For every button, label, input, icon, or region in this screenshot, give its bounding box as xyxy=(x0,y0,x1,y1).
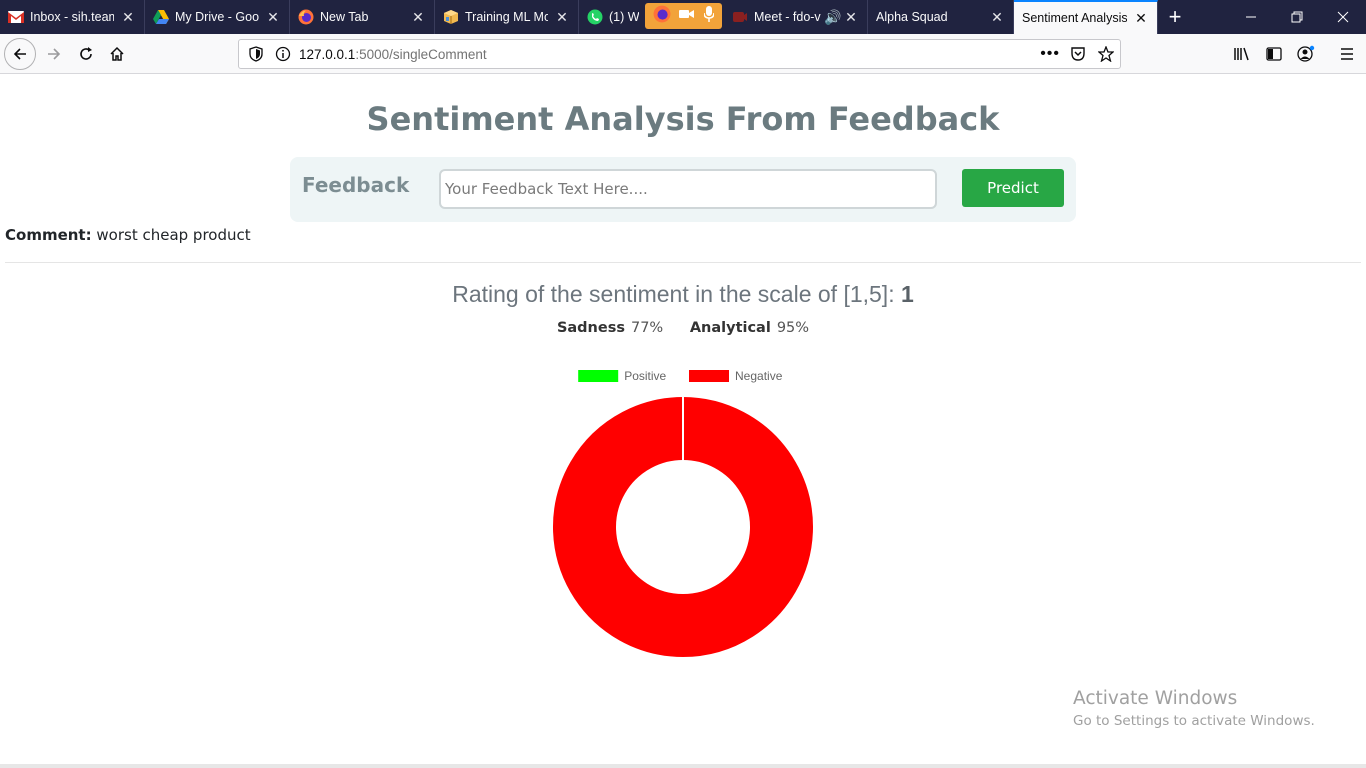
divider xyxy=(5,262,1361,263)
emotion-name: Analytical xyxy=(689,320,771,336)
navigation-bar: 127.0.0.1:5000/singleComment ••• xyxy=(0,34,1366,74)
comment-text: worst cheap product xyxy=(96,226,251,244)
speaker-icon[interactable]: 🔊 xyxy=(824,9,841,25)
emotion-name: Sadness xyxy=(556,320,625,336)
package-icon xyxy=(443,9,459,25)
sharing-indicator[interactable] xyxy=(645,3,722,29)
emotions-line: Sadness 77% Analytical 95% xyxy=(0,320,1366,336)
close-icon[interactable]: ✕ xyxy=(410,9,426,25)
url-bar[interactable]: 127.0.0.1:5000/singleComment ••• xyxy=(238,39,1121,69)
gmail-icon xyxy=(8,9,24,25)
firefox-icon xyxy=(298,9,314,25)
legend-label-negative: Negative xyxy=(735,369,783,383)
tab-my-drive[interactable]: My Drive - Goog ✕ xyxy=(145,0,290,34)
tab-meet[interactable]: Meet - fdo-v 🔊 ✕ xyxy=(724,0,868,34)
library-icon[interactable] xyxy=(1226,38,1258,70)
restore-button[interactable] xyxy=(1274,0,1320,34)
account-icon[interactable] xyxy=(1290,38,1322,70)
tab-new-tab[interactable]: New Tab ✕ xyxy=(290,0,435,34)
feedback-input[interactable] xyxy=(439,169,937,209)
feedback-form: Feedback Predict xyxy=(290,157,1076,222)
feedback-label: Feedback xyxy=(302,173,410,197)
close-icon[interactable]: ✕ xyxy=(265,9,281,25)
microphone-icon[interactable] xyxy=(703,5,715,27)
close-icon[interactable]: ✕ xyxy=(989,9,1005,25)
shield-icon[interactable] xyxy=(249,46,263,62)
emotion-value: 95% xyxy=(776,320,810,336)
google-drive-icon xyxy=(153,9,169,25)
tab-title: Sentiment Analysis xyxy=(1022,11,1127,25)
activate-windows-watermark: Activate Windows Go to Settings to activ… xyxy=(1073,688,1315,729)
tab-alpha-squad[interactable]: Alpha Squad ✕ xyxy=(868,0,1014,34)
rating-value: 1 xyxy=(900,281,914,307)
tab-whatsapp[interactable]: (1) Wh xyxy=(579,0,647,34)
sentiment-chart: Positive Negative xyxy=(540,359,826,669)
tab-title: (1) Wh xyxy=(609,10,639,24)
page-content: Sentiment Analysis From Feedback Feedbac… xyxy=(0,74,1366,768)
url-text[interactable]: 127.0.0.1:5000/singleComment xyxy=(299,47,487,62)
info-icon[interactable] xyxy=(275,46,291,62)
back-button[interactable] xyxy=(4,38,36,70)
comment-line: Comment: worst cheap product xyxy=(5,226,251,244)
new-tab-button[interactable]: + xyxy=(1158,0,1192,34)
watermark-line1: Activate Windows xyxy=(1073,688,1238,709)
rating-line: Rating of the sentiment in the scale of … xyxy=(0,281,1366,308)
url-path: :5000/singleComment xyxy=(355,46,487,62)
url-host: 127.0.0.1 xyxy=(299,46,356,62)
close-icon[interactable]: ✕ xyxy=(1133,10,1149,26)
tab-inbox[interactable]: Inbox - sih.team ✕ xyxy=(0,0,145,34)
legend-label-positive: Positive xyxy=(624,369,666,383)
tab-title: Meet - fdo-v xyxy=(754,10,821,24)
close-window-button[interactable] xyxy=(1320,0,1366,34)
tab-title: Training ML Mo xyxy=(465,10,548,24)
legend-swatch-positive[interactable] xyxy=(578,370,619,382)
forward-button[interactable] xyxy=(38,38,70,70)
comment-label: Comment: xyxy=(5,226,92,244)
close-icon[interactable]: ✕ xyxy=(554,9,570,25)
whatsapp-icon xyxy=(587,9,603,25)
tab-strip: Inbox - sih.team ✕ My Drive - Goog ✕ New… xyxy=(0,0,1366,34)
tab-title: Alpha Squad xyxy=(876,10,948,24)
meet-icon xyxy=(732,9,748,25)
bookmark-star-icon[interactable] xyxy=(1098,46,1114,62)
camera-icon[interactable] xyxy=(679,7,695,25)
minimize-button[interactable] xyxy=(1228,0,1274,34)
menu-icon[interactable] xyxy=(1331,38,1363,70)
close-icon[interactable]: ✕ xyxy=(843,9,859,25)
legend-swatch-negative[interactable] xyxy=(689,370,729,382)
taskbar-edge xyxy=(0,764,1366,768)
tab-title: Inbox - sih.team xyxy=(30,10,114,24)
firefox-icon xyxy=(653,5,671,28)
donut-chart: Positive Negative xyxy=(551,369,815,659)
predict-button[interactable]: Predict xyxy=(962,169,1064,207)
pocket-icon[interactable] xyxy=(1070,46,1086,62)
reload-button[interactable] xyxy=(70,38,102,70)
watermark-line2: Go to Settings to activate Windows. xyxy=(1073,713,1315,729)
tab-training-ml[interactable]: Training ML Mo ✕ xyxy=(435,0,579,34)
emotion-value: 77% xyxy=(630,320,664,336)
rating-prefix: Rating of the sentiment in the scale of … xyxy=(452,281,895,307)
tab-sentiment-analysis[interactable]: Sentiment Analysis ✕ xyxy=(1014,0,1158,34)
page-title: Sentiment Analysis From Feedback xyxy=(366,100,1000,138)
tab-title: New Tab xyxy=(320,10,369,24)
sidebar-icon[interactable] xyxy=(1258,38,1290,70)
close-icon[interactable]: ✕ xyxy=(120,9,136,25)
more-actions-icon[interactable]: ••• xyxy=(1040,45,1060,63)
home-button[interactable] xyxy=(101,38,133,70)
tab-title: My Drive - Goog xyxy=(175,10,259,24)
